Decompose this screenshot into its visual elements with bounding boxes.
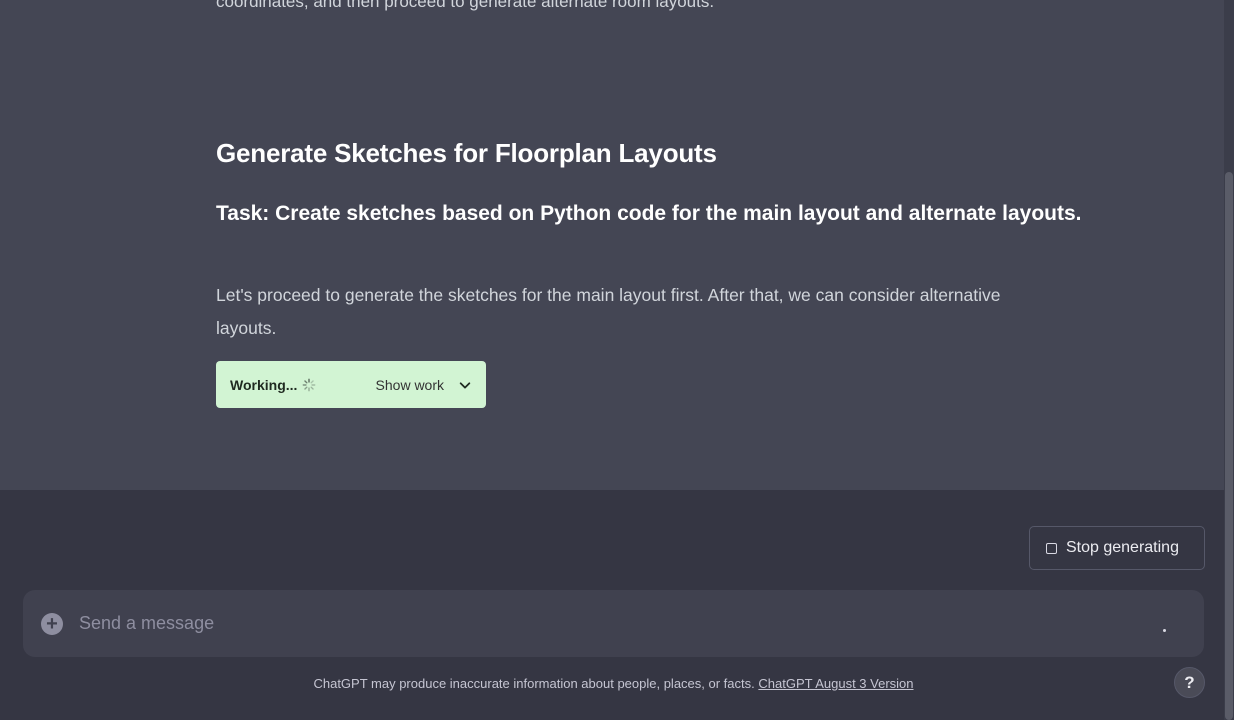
disclaimer-text: ChatGPT may produce inaccurate informati… xyxy=(313,676,755,691)
working-indicator[interactable]: Working... Show work xyxy=(216,361,486,408)
stop-generating-label: Stop generating xyxy=(1066,539,1179,556)
footer-disclaimer: ChatGPT may produce inaccurate informati… xyxy=(0,676,1227,691)
show-work-button[interactable]: Show work xyxy=(376,377,444,393)
message-input-box[interactable]: + xyxy=(23,590,1204,657)
stop-icon xyxy=(1046,542,1057,554)
spinner-icon xyxy=(303,378,316,391)
help-button[interactable]: ? xyxy=(1174,667,1205,698)
message-heading: Generate Sketches for Floorplan Layouts xyxy=(216,138,717,168)
plus-icon[interactable]: + xyxy=(41,612,63,635)
chevron-down-icon[interactable] xyxy=(458,378,472,392)
send-indicator-icon xyxy=(1163,629,1166,632)
chat-area: coordinates, and then proceed to generat… xyxy=(0,0,1224,490)
message-paragraph: Let's proceed to generate the sketches f… xyxy=(216,285,1001,338)
message-subheading: Task: Create sketches based on Python co… xyxy=(216,202,1082,225)
working-label: Working... xyxy=(230,376,298,393)
scrollbar-thumb[interactable] xyxy=(1225,172,1233,720)
message-input[interactable] xyxy=(79,613,1079,634)
previous-text-line: coordinates, and then proceed to generat… xyxy=(216,0,715,11)
scrollbar-track[interactable] xyxy=(1224,0,1234,720)
stop-generating-button[interactable]: Stop generating xyxy=(1029,526,1205,570)
version-link[interactable]: ChatGPT August 3 Version xyxy=(758,676,913,691)
